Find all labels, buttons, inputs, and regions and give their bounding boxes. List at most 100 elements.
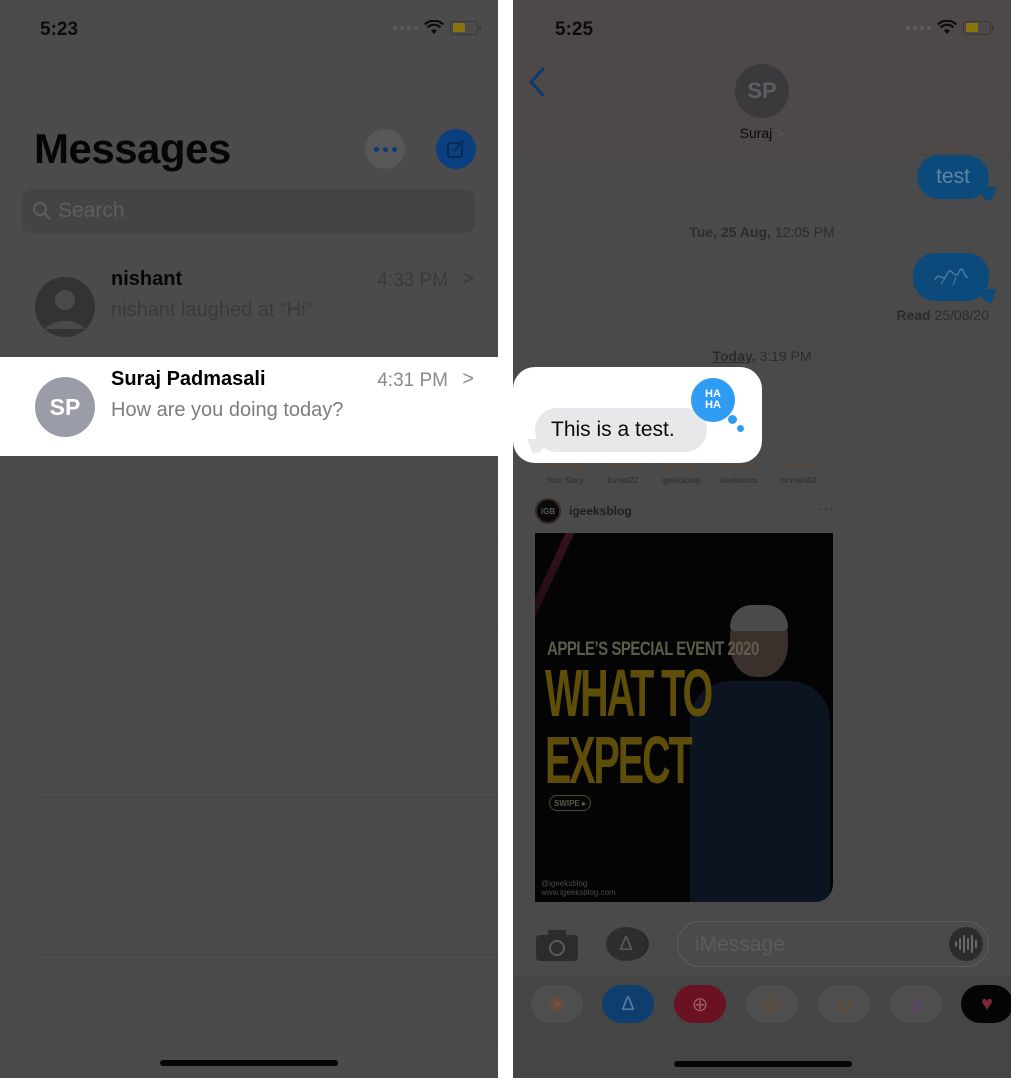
- read-date: 25/08/20: [934, 307, 990, 323]
- handwritten-message-bubble[interactable]: [913, 253, 997, 303]
- ellipsis-icon: [373, 146, 397, 152]
- list-divider: [40, 875, 498, 876]
- story-item[interactable]: Your Story: [535, 462, 595, 485]
- web-images-app-icon[interactable]: ⊕: [674, 985, 726, 1023]
- page-title: Messages: [34, 125, 231, 172]
- post-username: igeeksblog: [569, 504, 632, 518]
- imessage-placeholder: iMessage: [695, 933, 785, 956]
- outgoing-message-bubble[interactable]: test: [917, 155, 997, 201]
- list-divider: [40, 792, 498, 793]
- status-time: 5:23: [40, 19, 79, 40]
- app-glyph: ∆: [621, 992, 635, 1015]
- more-icon[interactable]: ···: [818, 500, 835, 516]
- app-store-icon: ∆: [619, 932, 633, 955]
- conversation-row-highlighted[interactable]: SP Suraj Padmasali 4:31 PM > How are you…: [0, 357, 498, 456]
- status-time: 5:25: [555, 19, 594, 40]
- story-item[interactable]: beebomco: [709, 462, 769, 485]
- message-preview: nishant laughed at “Hi”: [111, 299, 313, 321]
- shared-post-image[interactable]: APPLE’S SPECIAL EVENT 2020 WHAT TO EXPEC…: [535, 533, 833, 902]
- reaction-label: HA: [705, 399, 721, 411]
- camera-icon: [549, 940, 565, 956]
- wifi-icon: [424, 20, 444, 34]
- animoji-app-icon[interactable]: ☹: [746, 985, 798, 1023]
- haha-reaction-icon[interactable]: HA HA: [691, 378, 744, 432]
- story-label: mr.mahi92: [779, 476, 817, 485]
- compose-button[interactable]: [436, 129, 476, 169]
- photos-app-icon[interactable]: ❀: [531, 985, 583, 1023]
- back-button[interactable]: [527, 66, 547, 107]
- memoji-app-icon[interactable]: ☺: [818, 985, 870, 1023]
- credit-line: www.igeeksblog.com: [541, 888, 616, 897]
- contact-name: Suraj: [739, 125, 773, 141]
- music-app-icon[interactable]: ♫: [890, 985, 942, 1023]
- timestamp-time: 3:19 PM: [759, 348, 812, 364]
- swipe-badge: SWIPE ▸: [549, 795, 591, 811]
- apps-button[interactable]: ∆: [606, 927, 646, 961]
- wifi-icon: [937, 20, 957, 34]
- battery-icon: [450, 20, 481, 35]
- post-avatar: iGB: [535, 498, 561, 524]
- message-time: 4:31 PM: [377, 370, 448, 391]
- story-label: Your Story: [546, 476, 584, 485]
- audio-record-button[interactable]: [949, 927, 983, 961]
- contact-avatar[interactable]: SP: [735, 64, 789, 118]
- digital-touch-app-icon[interactable]: ♥: [961, 985, 1011, 1023]
- timestamp: Today, 3:19 PM: [513, 348, 1011, 364]
- story-label: kunalt22: [607, 476, 639, 485]
- compose-icon: [447, 140, 464, 158]
- battery-icon: [963, 20, 994, 35]
- timestamp: Tue, 25 Aug, 12:05 PM: [513, 224, 1011, 240]
- conversation-row[interactable]: nishant 4:33 PM > nishant laughed at “Hi…: [0, 257, 498, 357]
- conversation-screen: 5:25 SP Suraj > test Tue, 25 Aug, 12:05 …: [513, 0, 1011, 1078]
- credit-line: @igeeksblog: [541, 879, 588, 888]
- handwriting-scribble: [934, 268, 969, 286]
- timestamp-day: Today,: [712, 348, 756, 364]
- list-divider: [40, 959, 498, 960]
- search-placeholder: Search: [58, 199, 125, 222]
- app-glyph: ☺: [833, 992, 855, 1015]
- home-indicator[interactable]: [160, 1060, 338, 1066]
- message-preview: How are you doing today?: [111, 399, 344, 421]
- bubble-tail: [977, 289, 997, 303]
- imessage-input[interactable]: iMessage: [677, 921, 989, 967]
- app-glyph: ♥: [981, 992, 993, 1015]
- person-placeholder-icon: [45, 290, 85, 329]
- messages-list-screen: 5:23 Messages Search nishant 4:33 PM > n…: [0, 0, 498, 1078]
- chevron-right-icon: >: [462, 368, 474, 390]
- search-input[interactable]: Search: [22, 189, 475, 233]
- cellular-signal-icon: [393, 25, 418, 30]
- contact-name-button[interactable]: Suraj >: [513, 125, 1011, 141]
- post-headline: WHAT TO EXPECT: [545, 656, 713, 794]
- chat-header: 5:25 SP Suraj >: [513, 0, 1011, 155]
- app-store-app-icon[interactable]: ∆: [602, 985, 654, 1023]
- list-divider: [40, 541, 498, 542]
- home-indicator[interactable]: [674, 1061, 852, 1067]
- list-divider: [40, 708, 498, 709]
- list-divider: [40, 625, 498, 626]
- chevron-left-icon: [529, 67, 545, 97]
- timestamp-time: 12:05 PM: [774, 224, 835, 240]
- message-text: test: [936, 165, 970, 188]
- app-glyph: ⊕: [691, 993, 709, 1016]
- highlighted-message-card: This is a test. HA HA: [513, 367, 762, 463]
- camera-button[interactable]: [536, 929, 578, 961]
- app-glyph: ♫: [908, 992, 924, 1015]
- headline-line: WHAT TO: [545, 656, 713, 732]
- read-label: Read: [896, 307, 931, 323]
- story-item[interactable]: mr.mahi92: [768, 462, 828, 485]
- read-receipt: Read 25/08/20: [896, 307, 989, 323]
- cellular-signal-icon: [906, 25, 931, 30]
- list-divider: [40, 1043, 498, 1044]
- avatar: SP: [35, 377, 95, 437]
- app-drawer: ❀ ∆ ⊕ ☹ ☺ ♫ ♥: [513, 975, 1011, 1078]
- bubble-tail: [977, 187, 997, 201]
- status-icons: [393, 20, 481, 35]
- chevron-right-icon: >: [776, 125, 785, 141]
- contact-name: Suraj Padmasali: [111, 368, 266, 390]
- incoming-message-bubble[interactable]: This is a test.: [535, 408, 707, 452]
- story-item[interactable]: igeeksblog: [651, 462, 711, 485]
- story-item[interactable]: kunalt22: [593, 462, 653, 485]
- shared-post-header[interactable]: iGB igeeksblog ···: [535, 498, 835, 528]
- story-label: beebomco: [720, 476, 758, 485]
- more-options-button[interactable]: [365, 129, 405, 169]
